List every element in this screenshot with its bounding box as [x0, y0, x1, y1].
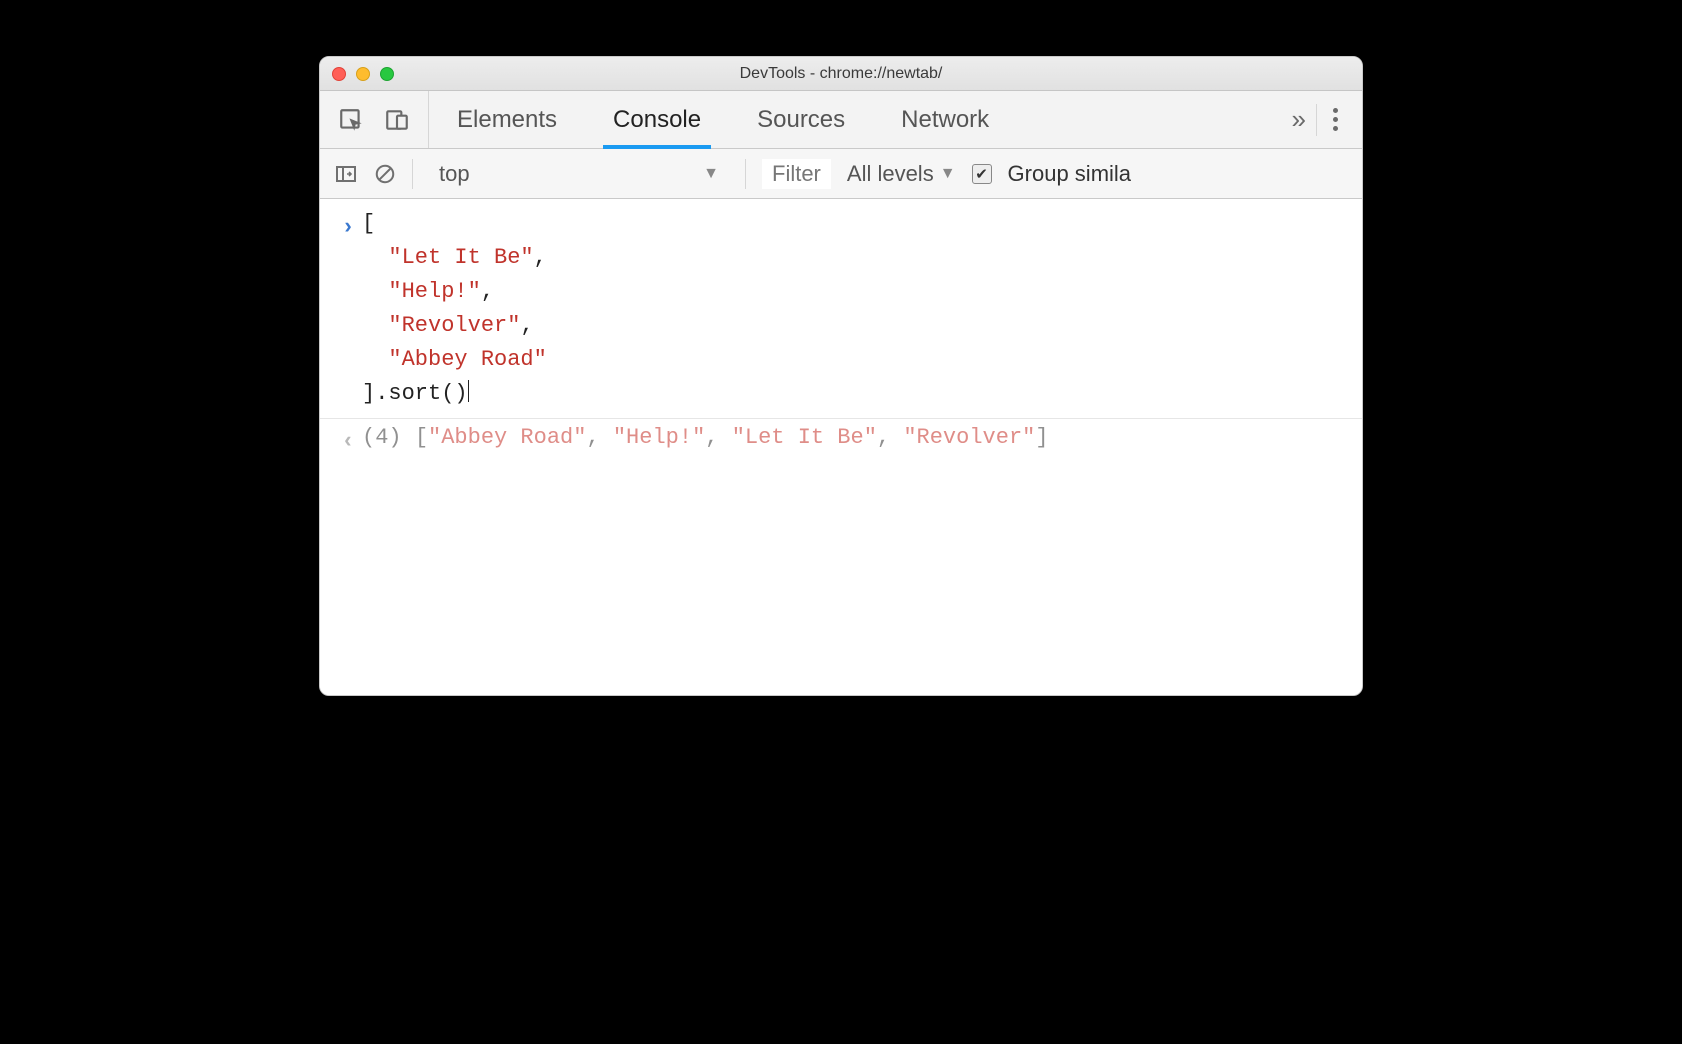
tab-label: Elements: [457, 106, 557, 134]
context-selector[interactable]: top ▼: [429, 159, 729, 189]
console-input-code[interactable]: [ "Let It Be", "Help!", "Revolver", "Abb…: [362, 207, 1348, 412]
more-tabs-icon[interactable]: »: [1292, 104, 1306, 135]
traffic-lights: [332, 67, 394, 81]
console-input-row[interactable]: › [ "Let It Be", "Help!", "Revolver", "A…: [320, 205, 1362, 414]
close-window-button[interactable]: [332, 67, 346, 81]
group-similar-label: Group simila: [1008, 161, 1131, 187]
show-console-sidebar-icon[interactable]: [334, 162, 358, 186]
console-result-code: (4) ["Abbey Road", "Help!", "Let It Be",…: [362, 421, 1348, 459]
console-filterbar: top ▼ Filter All levels ▼ ✔ Group simila: [320, 149, 1362, 199]
tab-label: Sources: [757, 106, 845, 134]
divider: [412, 159, 413, 189]
tab-console[interactable]: Console: [585, 91, 729, 148]
devtools-window: DevTools - chrome://newtab/ Elements Con…: [319, 56, 1363, 696]
chevron-down-icon: ▼: [940, 165, 956, 183]
minimize-window-button[interactable]: [356, 67, 370, 81]
group-similar-checkbox[interactable]: ✔: [972, 164, 992, 184]
filter-input[interactable]: Filter: [762, 159, 831, 189]
inspect-tools: [320, 91, 429, 148]
console-output: › [ "Let It Be", "Help!", "Revolver", "A…: [320, 199, 1362, 695]
input-chevron-icon: ›: [341, 211, 354, 412]
tab-label: Console: [613, 106, 701, 134]
panel-tabs: Elements Console Sources Network: [429, 91, 1274, 148]
chevron-down-icon: ▼: [703, 165, 719, 183]
log-levels-label: All levels: [847, 161, 934, 187]
zoom-window-button[interactable]: [380, 67, 394, 81]
divider: [745, 159, 746, 189]
context-selector-value: top: [439, 161, 470, 187]
device-toolbar-icon[interactable]: [384, 107, 410, 133]
log-levels-selector[interactable]: All levels ▼: [847, 161, 956, 187]
settings-menu-icon[interactable]: [1327, 108, 1344, 131]
tabstrip-right: »: [1274, 91, 1362, 148]
console-result-row: ‹ (4) ["Abbey Road", "Help!", "Let It Be…: [320, 419, 1362, 461]
divider: [1316, 104, 1317, 136]
clear-console-icon[interactable]: [374, 163, 396, 185]
output-chevron-icon: ‹: [341, 425, 354, 459]
tab-elements[interactable]: Elements: [429, 91, 585, 148]
tab-label: Network: [901, 106, 989, 134]
devtools-tabstrip: Elements Console Sources Network »: [320, 91, 1362, 149]
window-titlebar: DevTools - chrome://newtab/: [320, 57, 1362, 91]
tab-network[interactable]: Network: [873, 91, 1017, 148]
tab-sources[interactable]: Sources: [729, 91, 873, 148]
window-title: DevTools - chrome://newtab/: [320, 65, 1362, 83]
inspect-element-icon[interactable]: [338, 107, 364, 133]
